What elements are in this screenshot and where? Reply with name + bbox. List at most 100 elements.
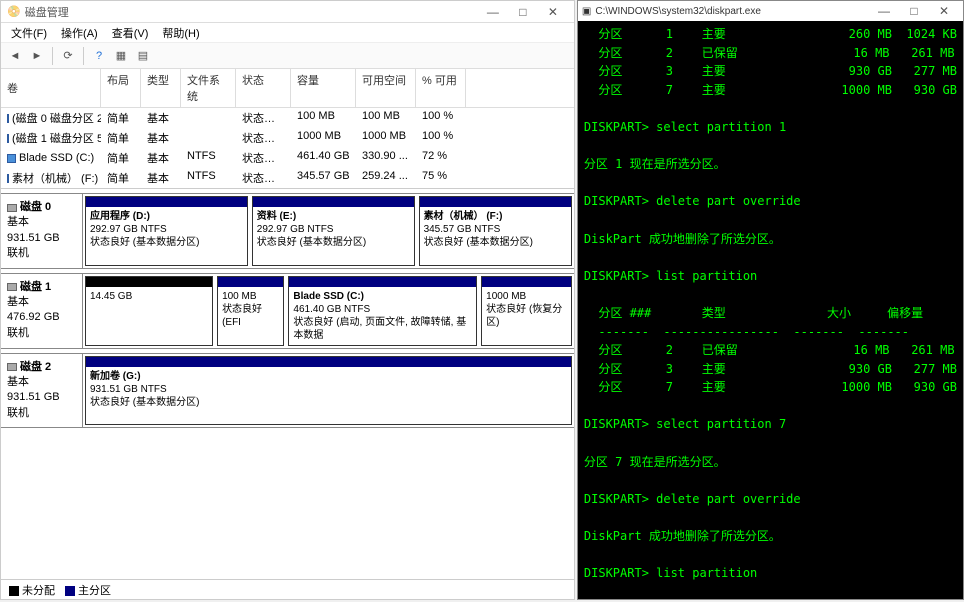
disk-row: 磁盘 1 基本 476.92 GB 联机 14.45 GB 100 MB 状态良… (1, 273, 574, 349)
close-button[interactable]: ✕ (538, 2, 568, 22)
cell-type: 基本 (141, 169, 181, 187)
partition-title: 应用程序 (D:) (90, 210, 243, 223)
disk-state: 联机 (7, 246, 76, 261)
col-filesystem[interactable]: 文件系统 (181, 69, 236, 107)
maximize-button[interactable]: □ (508, 2, 538, 22)
partition-status: 状态良好 (基本数据分区) (424, 236, 567, 249)
separator (83, 47, 84, 65)
legend-primary: 主分区 (78, 585, 111, 597)
partition[interactable]: 资料 (E:) 292.97 GB NTFS 状态良好 (基本数据分区) (252, 196, 415, 266)
separator (52, 47, 53, 65)
partition-title: 新加卷 (G:) (90, 370, 567, 383)
menu-action[interactable]: 操作(A) (55, 23, 104, 43)
partition[interactable]: 新加卷 (G:) 931.51 GB NTFS 状态良好 (基本数据分区) (85, 356, 572, 426)
menu-help[interactable]: 帮助(H) (156, 23, 205, 43)
partition-header-bar (218, 277, 283, 287)
col-capacity[interactable]: 容量 (291, 69, 356, 107)
disk-type: 基本 (7, 375, 76, 390)
partition[interactable]: 100 MB 状态良好 (EFI (217, 276, 284, 346)
disk-type: 基本 (7, 215, 76, 230)
list-button[interactable]: ▤ (133, 46, 153, 66)
cell-fs (181, 129, 236, 147)
cell-status: 状态良好 (... (236, 169, 291, 187)
col-layout[interactable]: 布局 (101, 69, 141, 107)
forward-button[interactable]: ► (27, 46, 47, 66)
col-free[interactable]: 可用空间 (356, 69, 416, 107)
console-titlebar[interactable]: ▣ C:\WINDOWS\system32\diskpart.exe — □ ✕ (578, 1, 963, 21)
console-minimize[interactable]: — (869, 1, 899, 21)
col-volume[interactable]: 卷 (1, 69, 101, 107)
disk-label[interactable]: 磁盘 1 基本 476.92 GB 联机 (1, 274, 83, 348)
partition[interactable]: Blade SSD (C:) 461.40 GB NTFS 状态良好 (启动, … (288, 276, 477, 346)
partition-header-bar (289, 277, 476, 287)
legend-swatch-unallocated (9, 586, 19, 596)
disk-label[interactable]: 磁盘 2 基本 931.51 GB 联机 (1, 354, 83, 428)
cell-fs: NTFS (181, 169, 236, 187)
partition-header-bar (86, 357, 571, 367)
partition[interactable]: 素材（机械） (F:) 345.57 GB NTFS 状态良好 (基本数据分区) (419, 196, 572, 266)
partition-status: 状态良好 (恢复分区) (486, 303, 567, 329)
volume-row[interactable]: 素材（机械） (F:) 简单 基本 NTFS 状态良好 (... 345.57 … (1, 168, 574, 188)
disk-name: 磁盘 1 (20, 280, 51, 295)
app-icon: 📀 (7, 5, 21, 18)
volume-list[interactable]: 卷 布局 类型 文件系统 状态 容量 可用空间 % 可用 (磁盘 0 磁盘分区 … (1, 69, 574, 189)
hdd-icon (7, 204, 17, 212)
col-type[interactable]: 类型 (141, 69, 181, 107)
cell-free: 1000 MB (356, 129, 416, 147)
console-maximize[interactable]: □ (899, 1, 929, 21)
cell-capacity: 100 MB (291, 109, 356, 127)
volume-row[interactable]: Blade SSD (C:) 简单 基本 NTFS 状态良好 (... 461.… (1, 148, 574, 168)
disk-graphic-area: 磁盘 0 基本 931.51 GB 联机 应用程序 (D:) 292.97 GB… (1, 189, 574, 579)
cell-status: 状态良好 (... (236, 109, 291, 127)
disk-row: 磁盘 0 基本 931.51 GB 联机 应用程序 (D:) 292.97 GB… (1, 193, 574, 269)
partition[interactable]: 应用程序 (D:) 292.97 GB NTFS 状态良好 (基本数据分区) (85, 196, 248, 266)
menu-view[interactable]: 查看(V) (106, 23, 155, 43)
volume-name: (磁盘 0 磁盘分区 2) (12, 110, 101, 126)
titlebar[interactable]: 📀 磁盘管理 — □ ✕ (1, 1, 574, 23)
col-percent[interactable]: % 可用 (416, 69, 466, 107)
list-header: 卷 布局 类型 文件系统 状态 容量 可用空间 % 可用 (1, 69, 574, 108)
partition-status: 状态良好 (启动, 页面文件, 故障转储, 基本数据 (293, 316, 472, 342)
partition-size: 931.51 GB NTFS (90, 383, 567, 396)
cell-free: 100 MB (356, 109, 416, 127)
partition-title: 素材（机械） (F:) (424, 210, 567, 223)
col-status[interactable]: 状态 (236, 69, 291, 107)
disk-management-window: 📀 磁盘管理 — □ ✕ 文件(F) 操作(A) 查看(V) 帮助(H) ◄ ►… (0, 0, 575, 600)
console-close[interactable]: ✕ (929, 1, 959, 21)
cell-status: 状态良好 (... (236, 149, 291, 167)
help-button[interactable]: ? (89, 46, 109, 66)
partition[interactable]: 14.45 GB (85, 276, 213, 346)
menu-file[interactable]: 文件(F) (5, 23, 53, 43)
cell-layout: 简单 (101, 109, 141, 127)
cell-capacity: 1000 MB (291, 129, 356, 147)
partition-header-bar (86, 197, 247, 207)
partition-title: 资料 (E:) (257, 210, 410, 223)
properties-button[interactable]: ▦ (111, 46, 131, 66)
disk-row: 磁盘 2 基本 931.51 GB 联机 新加卷 (G:) 931.51 GB … (1, 353, 574, 429)
cell-type: 基本 (141, 109, 181, 127)
back-button[interactable]: ◄ (5, 46, 25, 66)
disk-label[interactable]: 磁盘 0 基本 931.51 GB 联机 (1, 194, 83, 268)
disk-size: 931.51 GB (7, 390, 76, 405)
refresh-button[interactable]: ⟳ (58, 46, 78, 66)
console-output[interactable]: 分区 1 主要 260 MB 1024 KB 分区 2 已保留 16 MB 26… (578, 21, 963, 599)
hdd-icon (7, 363, 17, 371)
volume-row[interactable]: (磁盘 1 磁盘分区 5) 简单 基本 状态良好 (... 1000 MB 10… (1, 128, 574, 148)
cell-fs: NTFS (181, 149, 236, 167)
volume-icon (7, 174, 9, 183)
volume-name: 素材（机械） (F:) (12, 170, 98, 186)
partition-size: 1000 MB (486, 290, 567, 303)
minimize-button[interactable]: — (478, 2, 508, 22)
volume-name: Blade SSD (C:) (19, 152, 94, 164)
cell-fs (181, 109, 236, 127)
cell-layout: 简单 (101, 129, 141, 147)
cell-free: 330.90 ... (356, 149, 416, 167)
partition-header-bar (482, 277, 571, 287)
diskpart-window: ▣ C:\WINDOWS\system32\diskpart.exe — □ ✕… (577, 0, 964, 600)
volume-row[interactable]: (磁盘 0 磁盘分区 2) 简单 基本 状态良好 (... 100 MB 100… (1, 108, 574, 128)
cell-layout: 简单 (101, 169, 141, 187)
partition-size: 292.97 GB NTFS (90, 223, 243, 236)
disk-size: 476.92 GB (7, 310, 76, 325)
partition[interactable]: 1000 MB 状态良好 (恢复分区) (481, 276, 572, 346)
partition-title: Blade SSD (C:) (293, 290, 472, 303)
